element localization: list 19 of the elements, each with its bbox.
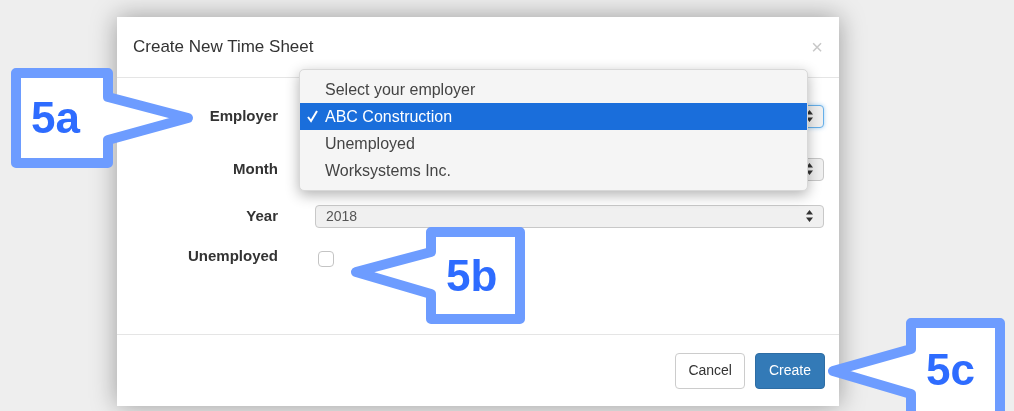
- dialog-title: Create New Time Sheet: [133, 36, 314, 59]
- callout-label: 5b: [446, 253, 498, 298]
- create-button[interactable]: Create: [754, 352, 825, 389]
- updown-icon: [806, 163, 813, 175]
- dropdown-option[interactable]: ABC Construction: [300, 103, 807, 130]
- callout-label: 5a: [31, 96, 80, 140]
- checkbox[interactable]: [318, 251, 334, 267]
- cancel-button[interactable]: Cancel: [675, 352, 745, 389]
- field-label: Year: [245, 205, 278, 226]
- dropdown-option[interactable]: Unemployed: [300, 130, 807, 157]
- select-field[interactable]: 2018: [315, 204, 824, 228]
- check-icon: [307, 110, 318, 123]
- dropdown-option[interactable]: Worksystems Inc.: [300, 157, 807, 184]
- field-label: Month: [232, 158, 278, 179]
- field-label: Unemployed: [187, 245, 278, 266]
- updown-icon: [806, 210, 813, 222]
- dropdown-option[interactable]: Select your employer: [300, 76, 807, 103]
- callout-label: 5c: [926, 348, 975, 392]
- field-label: Employer: [208, 105, 278, 126]
